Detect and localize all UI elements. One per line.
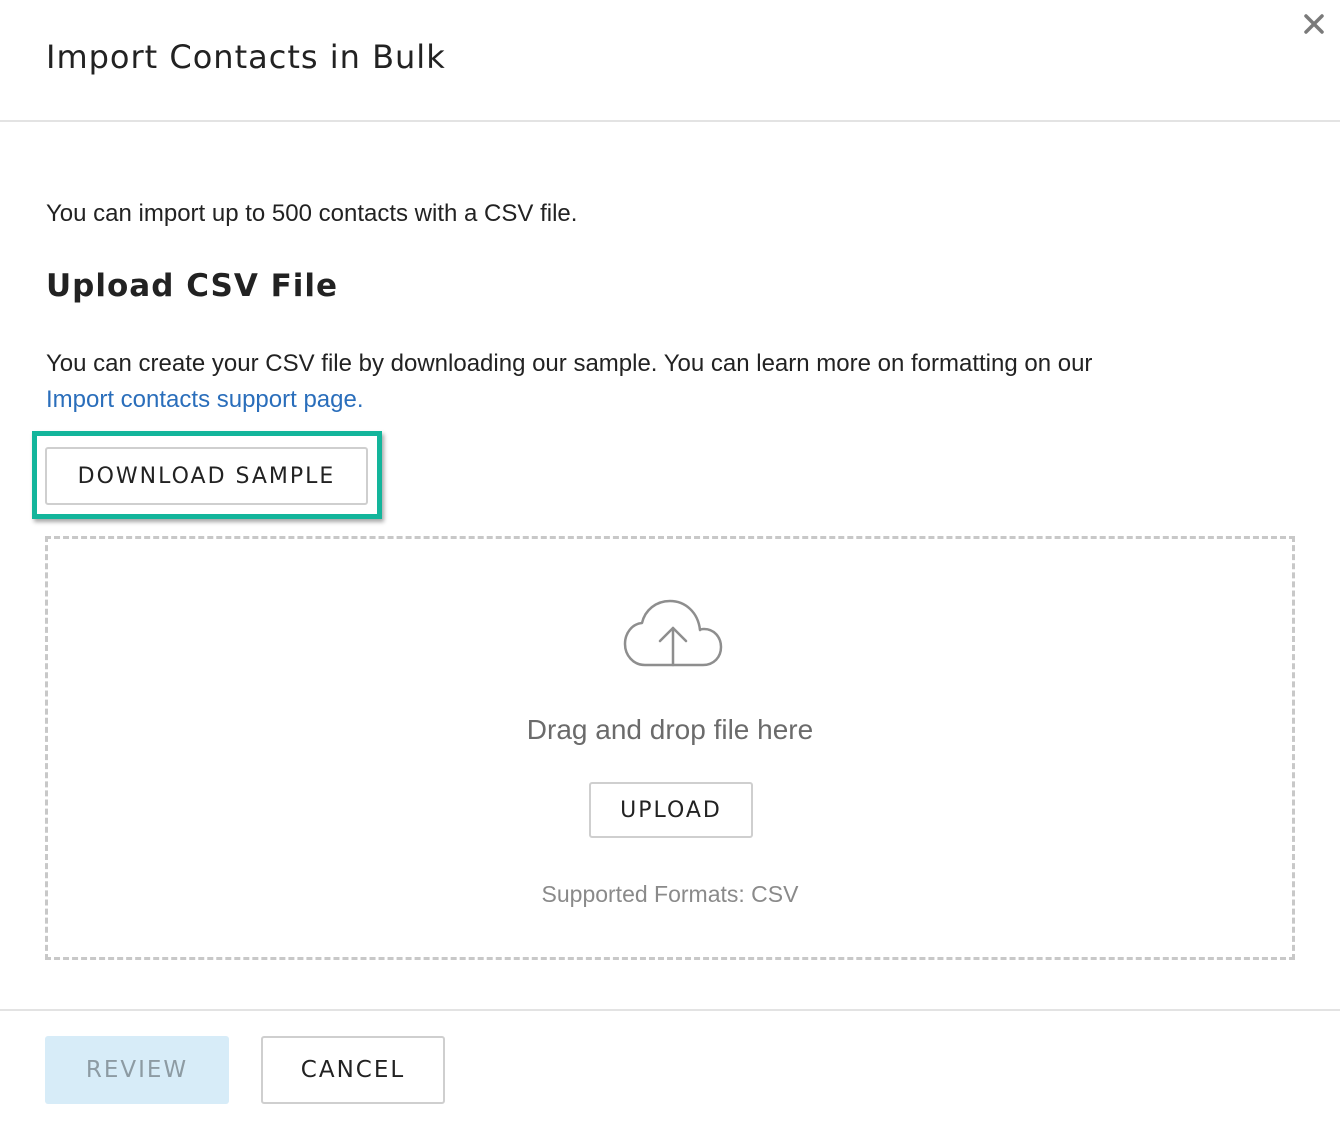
cloud-upload-icon: [623, 599, 723, 667]
support-page-link[interactable]: Import contacts support page.: [46, 386, 364, 413]
cancel-button[interactable]: CANCEL: [261, 1036, 445, 1104]
intro-text: You can import up to 500 contacts with a…: [46, 200, 578, 227]
section-title: Upload CSV File: [46, 268, 339, 304]
download-sample-button[interactable]: DOWNLOAD SAMPLE: [45, 447, 368, 505]
close-icon: [1304, 14, 1324, 34]
upload-button[interactable]: UPLOAD: [589, 782, 753, 838]
description-body: You can create your CSV file by download…: [46, 350, 1093, 377]
close-button[interactable]: [1298, 8, 1330, 40]
dialog-header: Import Contacts in Bulk: [0, 0, 1340, 122]
supported-formats-text: Supported Formats: CSV: [541, 881, 799, 907]
dialog-footer: REVIEW CANCEL: [0, 1009, 1340, 1128]
dialog-title: Import Contacts in Bulk: [46, 38, 446, 76]
dropzone-text: Drag and drop file here: [526, 714, 814, 745]
description-text: You can create your CSV file by download…: [46, 346, 1286, 418]
import-contacts-dialog: Import Contacts in Bulk You can import u…: [0, 0, 1340, 1128]
review-button[interactable]: REVIEW: [45, 1036, 229, 1104]
file-dropzone[interactable]: Drag and drop file here UPLOAD Supported…: [45, 536, 1295, 960]
